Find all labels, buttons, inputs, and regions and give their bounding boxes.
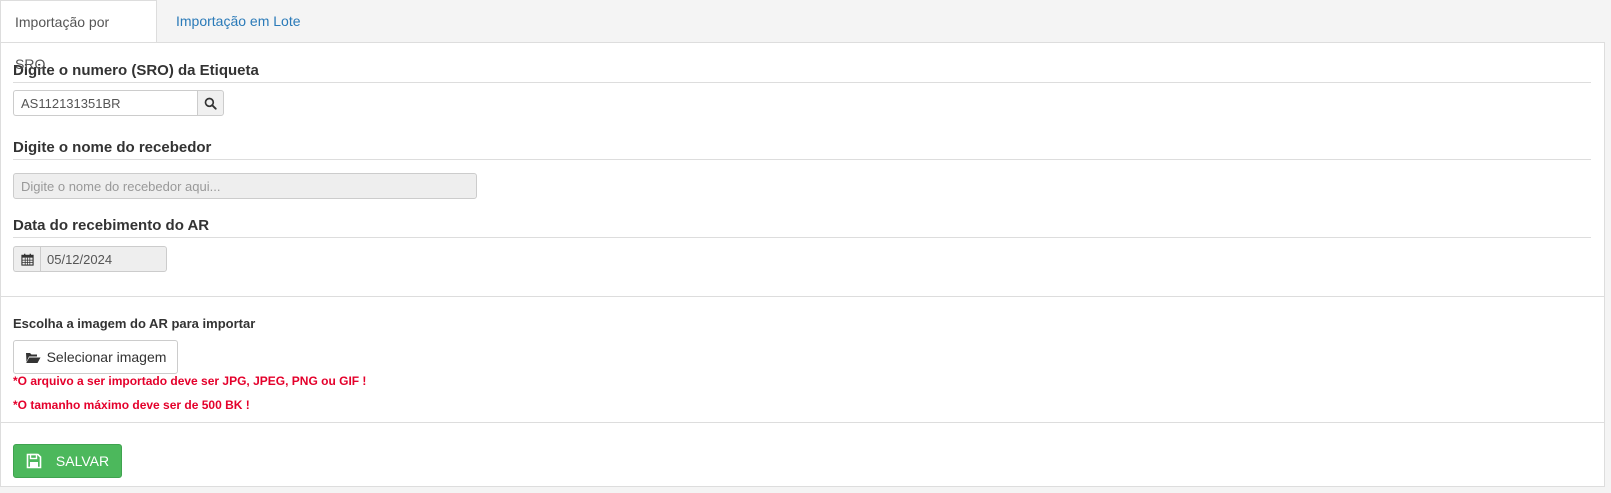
- search-icon: [204, 97, 217, 110]
- sro-input[interactable]: [13, 90, 197, 116]
- recebedor-input[interactable]: [13, 173, 477, 199]
- save-label: SALVAR: [55, 453, 110, 469]
- save-icon: [26, 453, 42, 469]
- tab-bar: Importação por SRO Importação em Lote: [0, 0, 1611, 72]
- format-warning: *O arquivo a ser importado deve ser JPG,…: [13, 374, 367, 388]
- recebedor-section-title: Digite o nome do recebedor: [13, 139, 1591, 160]
- import-panel: Digite o numero (SRO) da Etiqueta Digite…: [0, 42, 1605, 487]
- calendar-addon[interactable]: [13, 246, 40, 272]
- select-image-label: Selecionar imagem: [46, 349, 167, 365]
- date-input-group: [13, 246, 167, 272]
- size-warning: *O tamanho máximo deve ser de 500 BK !: [13, 398, 250, 412]
- footer-divider: [1, 422, 1604, 423]
- tab-importacao-sro[interactable]: Importação por SRO: [0, 0, 157, 72]
- tab-importacao-lote[interactable]: Importação em Lote: [162, 0, 315, 42]
- save-button[interactable]: SALVAR: [13, 444, 122, 478]
- select-image-button[interactable]: Selecionar imagem: [13, 340, 178, 374]
- recebimento-date-input[interactable]: [40, 246, 167, 272]
- upload-label: Escolha a imagem do AR para importar: [13, 316, 256, 331]
- sro-section-title: Digite o numero (SRO) da Etiqueta: [13, 62, 1591, 83]
- sro-input-group: [13, 90, 224, 116]
- search-button[interactable]: [197, 90, 224, 116]
- section-divider: [1, 296, 1604, 297]
- folder-open-icon: [25, 352, 41, 363]
- calendar-icon: [20, 253, 34, 266]
- recebimento-section-title: Data do recebimento do AR: [13, 217, 1591, 238]
